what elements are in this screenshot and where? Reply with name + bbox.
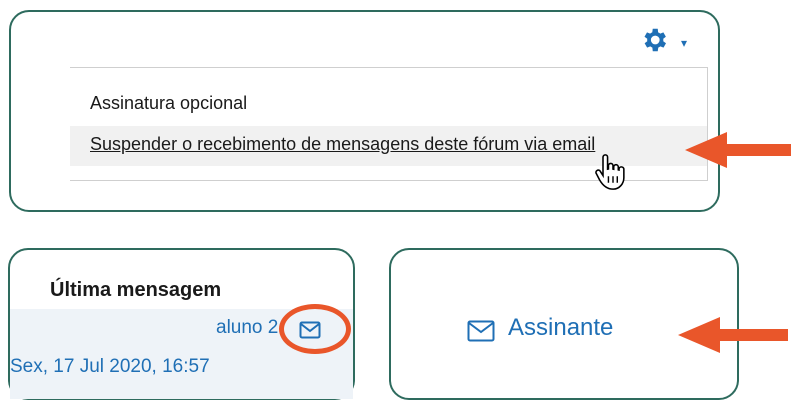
menu-item-optional-subscription[interactable]: Assinatura opcional [90, 93, 247, 114]
gear-icon[interactable] [639, 25, 669, 55]
hand-pointer-icon [595, 154, 625, 190]
last-message-author-link[interactable]: aluno 2 [216, 317, 278, 339]
last-message-date-link[interactable]: Sex, 17 Jul 2020, 16:57 [10, 356, 210, 378]
annotation-highlight-circle [279, 304, 351, 354]
annotation-arrow-icon [685, 132, 791, 168]
menu-item-unsubscribe-email[interactable]: Suspender o recebimento de mensagens des… [90, 134, 595, 155]
annotation-arrow-icon [678, 317, 788, 353]
envelope-icon[interactable] [467, 320, 495, 342]
caret-down-icon[interactable]: ▾ [681, 36, 687, 50]
subscribed-status-link[interactable]: Assinante [508, 314, 613, 342]
last-message-header: Última mensagem [50, 279, 222, 301]
